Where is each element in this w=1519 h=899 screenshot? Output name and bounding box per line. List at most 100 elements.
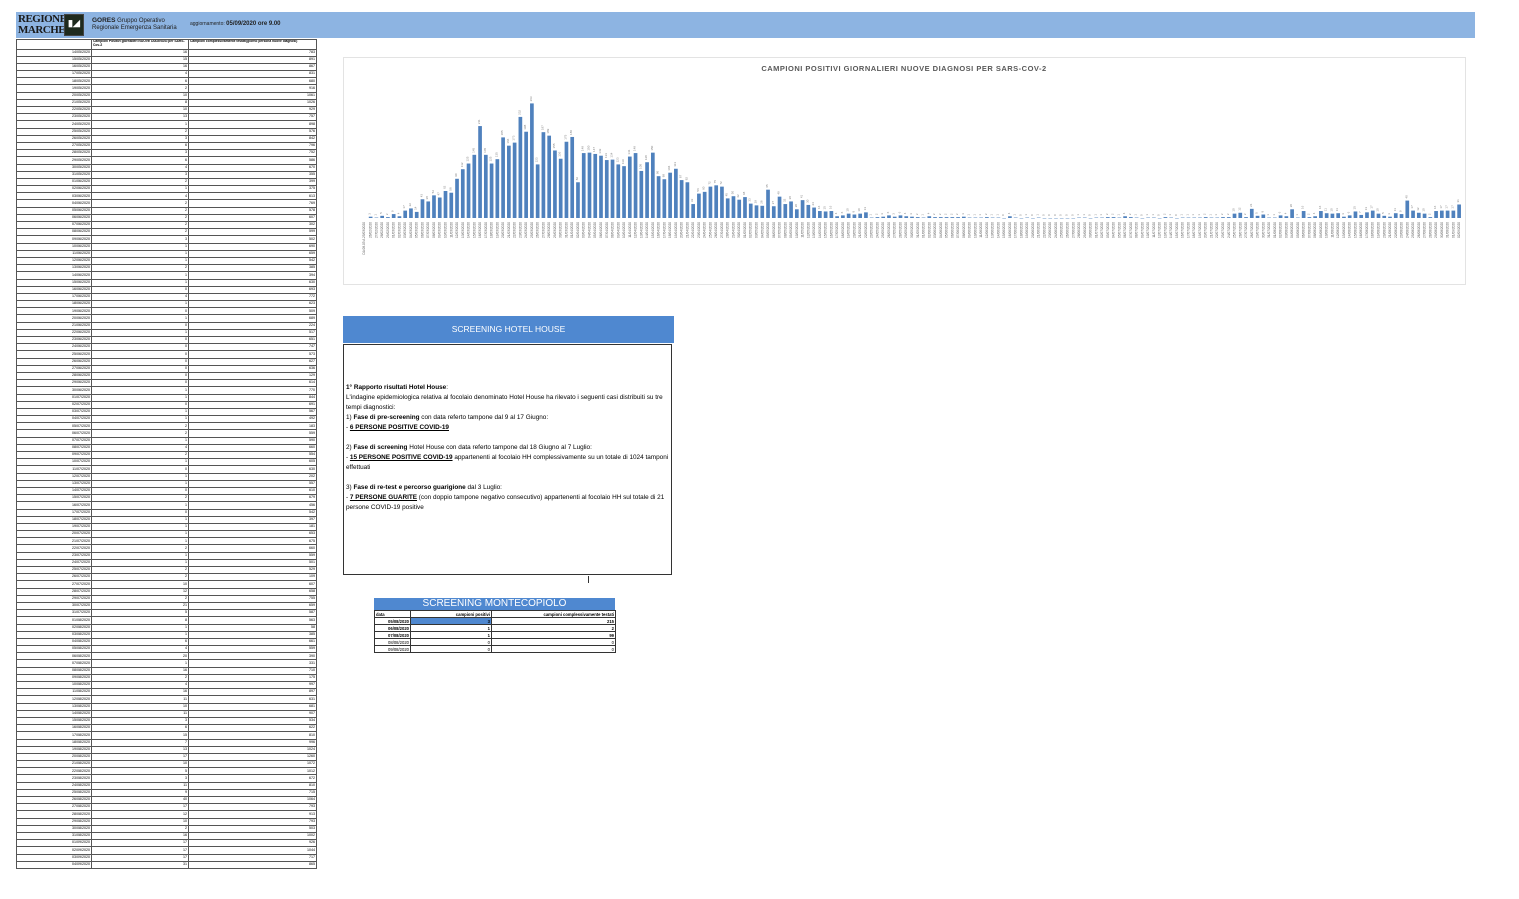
table-row: 14/05/2020 16 783 [16, 48, 317, 57]
table-cell: 07/08/2020 [16, 659, 92, 668]
table-cell: 20/07/2020 [16, 530, 92, 539]
x-tick-label: 27/06/2020 [1071, 222, 1075, 238]
data-label: 2 [1162, 213, 1166, 215]
daily-data-table: Campioni Positivi giornalieri NUOVE DIAG… [16, 39, 317, 869]
montecopiolo-cell: 99 [491, 631, 616, 639]
x-tick-label: 22/07/2020 [1215, 222, 1219, 238]
table-cell: 15 [91, 55, 189, 64]
table-cell: 679 [188, 494, 317, 503]
table-row: 02/07/2020 0 691 [16, 400, 317, 409]
table-cell: 27/05/2020 [16, 141, 92, 151]
data-label: 21 [1249, 203, 1253, 207]
x-tick-label: 11/03/2020 [449, 222, 453, 238]
data-label: 4 [926, 212, 930, 214]
x-tick-label: 18/05/2020 [841, 222, 845, 238]
table-cell: 17/07/2020 [16, 508, 92, 517]
table-cell: 492 [188, 415, 317, 424]
x-tick-label: 19/06/2020 [1025, 222, 1029, 238]
x-tick-label: 26/02/2020 [369, 222, 373, 238]
table-cell: 175 [188, 673, 317, 683]
data-label: 1 [1168, 214, 1172, 216]
table-cell: 1 [91, 623, 189, 632]
table-cell: 26/07/2020 [16, 573, 92, 582]
chart-area: CAMPIONI POSITIVI GIORNALIERI NUOVE DIAG… [343, 57, 1466, 285]
data-label: 4 [396, 212, 400, 214]
bar [858, 213, 863, 218]
x-tick-label: 14/05/2020 [818, 222, 822, 238]
data-label: 2 [949, 213, 953, 215]
table-cell: 16/05/2020 [16, 62, 92, 72]
table-cell: 16/08/2020 [16, 724, 92, 733]
bar [472, 154, 477, 218]
data-label: 149 [633, 146, 637, 151]
x-tick-label: 03/05/2020 [755, 222, 759, 238]
bar [881, 216, 886, 218]
phase-2-title: Fase di screening [353, 444, 408, 451]
x-tick-label: 15/03/2020 [472, 222, 476, 238]
table-row: 14/08/2020 11 907 [16, 709, 317, 718]
table-row: 31/08/2020 16 1002 [16, 831, 317, 841]
data-label: 3 [909, 213, 913, 215]
table-cell: 844 [188, 393, 317, 402]
table-cell: 355 [188, 170, 317, 179]
x-tick-label: 23/03/2020 [518, 222, 522, 238]
table-cell: 28/05/2020 [16, 149, 92, 158]
x-tick-label: 10/07/2020 [1146, 222, 1150, 238]
bar [1347, 215, 1352, 218]
x-tick-label: 29/04/2020 [731, 222, 735, 238]
x-tick-label: 02/09/2020 [1457, 222, 1461, 238]
table-cell: 331 [188, 659, 317, 668]
x-tick-label: 05/03/2020 [415, 222, 419, 238]
hotel-house-panel: SCREENING HOTEL HOUSE 1° Rapporto risult… [343, 316, 674, 576]
x-tick-label: 03/08/2020 [1284, 222, 1288, 238]
table-cell: 13/06/2020 [16, 264, 92, 273]
x-tick-label: 28/03/2020 [547, 222, 551, 238]
table-header-cell [16, 39, 92, 50]
data-label: 1 [1082, 214, 1086, 216]
x-tick-label: 13/06/2020 [991, 222, 995, 238]
table-cell: 21/08/2020 [16, 760, 92, 769]
x-tick-label: 14/04/2020 [645, 222, 649, 238]
table-cell: 109 [188, 573, 317, 582]
table-cell: 08/08/2020 [16, 666, 92, 675]
data-label: 2 [1243, 213, 1247, 215]
data-label: 16 [1318, 205, 1322, 209]
bar [771, 206, 776, 218]
table-cell: 10/06/2020 [16, 242, 92, 251]
table-cell: 07/07/2020 [16, 436, 92, 445]
x-tick-label: 16/06/2020 [1008, 222, 1012, 238]
bar [432, 195, 436, 218]
table-row: 06/06/2020 2 607 [16, 213, 317, 223]
table-cell: 1002 [188, 831, 317, 841]
x-tick-label: 26/05/2020 [887, 222, 891, 238]
x-tick-label: 30/03/2020 [559, 222, 563, 238]
data-label: 5 [379, 212, 383, 214]
montecopiolo-cell: 2 [491, 624, 616, 632]
data-label: 0 [1030, 214, 1034, 216]
table-row: 01/08/2020 8 563 [16, 616, 317, 625]
table-row: 04/08/2020 6 661 [16, 637, 317, 647]
table-header-row: Campioni Positivi giornalieri NUOVE DIAG… [16, 39, 317, 50]
table-cell: 891 [188, 55, 317, 64]
bar [627, 156, 632, 218]
x-tick-label: 08/08/2020 [1313, 222, 1317, 238]
bar [668, 172, 672, 218]
x-tick-label: 18/04/2020 [668, 222, 672, 238]
data-label: 1 [1191, 214, 1195, 216]
table-cell: 22/05/2020 [16, 105, 92, 115]
data-label: 0 [1088, 214, 1092, 216]
data-label: 2 [944, 213, 948, 215]
bar [380, 215, 384, 218]
table-cell: 6 [91, 141, 189, 151]
phase-2-result: - 15 PERSONE POSITIVE COVID-19 appartene… [346, 453, 669, 473]
table-cell: 1 [91, 242, 189, 251]
table-cell: 576 [188, 127, 317, 136]
phase-1: 1) Fase di pre-screening con data refert… [346, 413, 669, 423]
data-label: 4 [1122, 212, 1126, 214]
table-cell: 16 [91, 666, 189, 675]
data-label: 136 [558, 151, 562, 156]
data-label: 1 [1145, 214, 1149, 216]
table-cell: 12/08/2020 [16, 695, 92, 704]
data-label: 5 [1255, 212, 1259, 214]
bar [760, 205, 765, 218]
